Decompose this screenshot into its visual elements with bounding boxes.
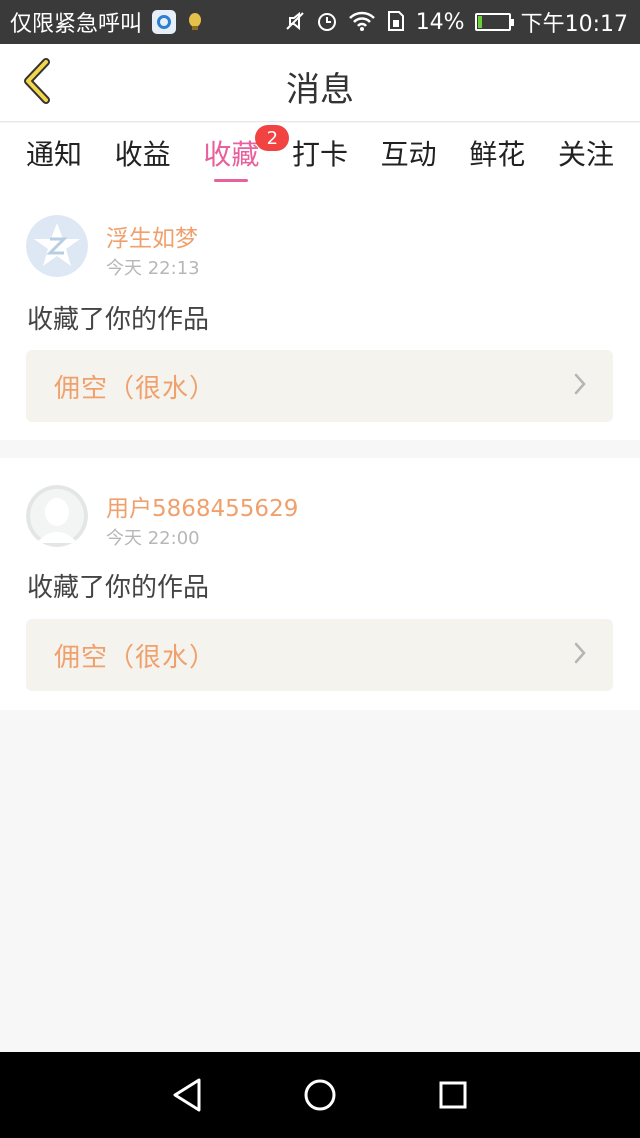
tab-interaction[interactable]: 互动 xyxy=(381,133,437,191)
mute-icon xyxy=(284,10,306,35)
page-title: 消息 xyxy=(286,70,354,110)
battery-percent: 14% xyxy=(415,9,465,35)
tab-bar: 通知 收益 收藏 2 打卡 互动 鲜花 关注 xyxy=(0,123,640,193)
username[interactable]: 浮生如梦 xyxy=(106,219,198,253)
work-link[interactable]: 佣空（很水） xyxy=(26,619,613,691)
work-title: 佣空（很水） xyxy=(54,642,217,673)
work-title: 佣空（很水） xyxy=(54,373,217,404)
chevron-right-icon xyxy=(573,641,587,669)
tab-label: 互动 xyxy=(380,138,437,171)
message-card: 浮生如梦 今天 22:13 收藏了你的作品 佣空（很水） xyxy=(0,193,640,440)
default-avatar-icon[interactable] xyxy=(26,485,88,547)
notification-icon xyxy=(186,11,204,34)
clock: 下午10:17 xyxy=(520,12,628,37)
sim-icon xyxy=(386,10,406,35)
tab-label: 收益 xyxy=(114,138,171,171)
tab-notifications[interactable]: 通知 xyxy=(26,133,82,191)
chevron-right-icon xyxy=(573,372,587,400)
system-nav-bar xyxy=(0,1052,640,1138)
alarm-icon xyxy=(316,10,338,35)
tab-follows[interactable]: 关注 xyxy=(558,133,614,191)
app-icon xyxy=(152,10,177,34)
status-bar-right: 14% 下午10:17 xyxy=(284,6,628,38)
username[interactable]: 用户5868455629 xyxy=(106,489,298,523)
tab-label: 鲜花 xyxy=(469,138,526,171)
action-text: 收藏了你的作品 xyxy=(27,305,210,335)
unread-badge: 2 xyxy=(255,125,290,151)
back-triangle-icon[interactable] xyxy=(157,1065,217,1125)
tab-checkin[interactable]: 打卡 xyxy=(292,133,348,191)
recents-square-icon[interactable] xyxy=(423,1065,483,1125)
tab-label: 收藏 xyxy=(203,138,260,171)
work-link[interactable]: 佣空（很水） xyxy=(26,350,613,422)
timestamp: 今天 22:13 xyxy=(106,258,200,279)
status-bar-left: 仅限紧急呼叫 xyxy=(10,6,204,38)
battery-icon xyxy=(474,13,514,31)
wifi-icon xyxy=(348,10,376,35)
timestamp: 今天 22:00 xyxy=(106,528,200,549)
action-text: 收藏了你的作品 xyxy=(27,573,210,603)
status-bar: 仅限紧急呼叫 14% 下午10:17 xyxy=(0,0,640,44)
message-card: 用户5868455629 今天 22:00 收藏了你的作品 佣空（很水） xyxy=(0,458,640,710)
tab-earnings[interactable]: 收益 xyxy=(115,133,171,191)
home-circle-icon[interactable] xyxy=(290,1065,350,1125)
battery-fill xyxy=(477,16,482,28)
carrier-text: 仅限紧急呼叫 xyxy=(10,12,143,37)
tab-label: 打卡 xyxy=(291,138,348,171)
tab-favorites[interactable]: 收藏 2 xyxy=(203,125,290,191)
tab-label: 通知 xyxy=(26,138,83,171)
tab-label: 关注 xyxy=(557,138,614,171)
active-tab-indicator xyxy=(214,179,249,182)
tab-flowers[interactable]: 鲜花 xyxy=(469,133,525,191)
qq-avatar-icon[interactable] xyxy=(26,215,88,277)
header: 消息 xyxy=(0,44,640,122)
